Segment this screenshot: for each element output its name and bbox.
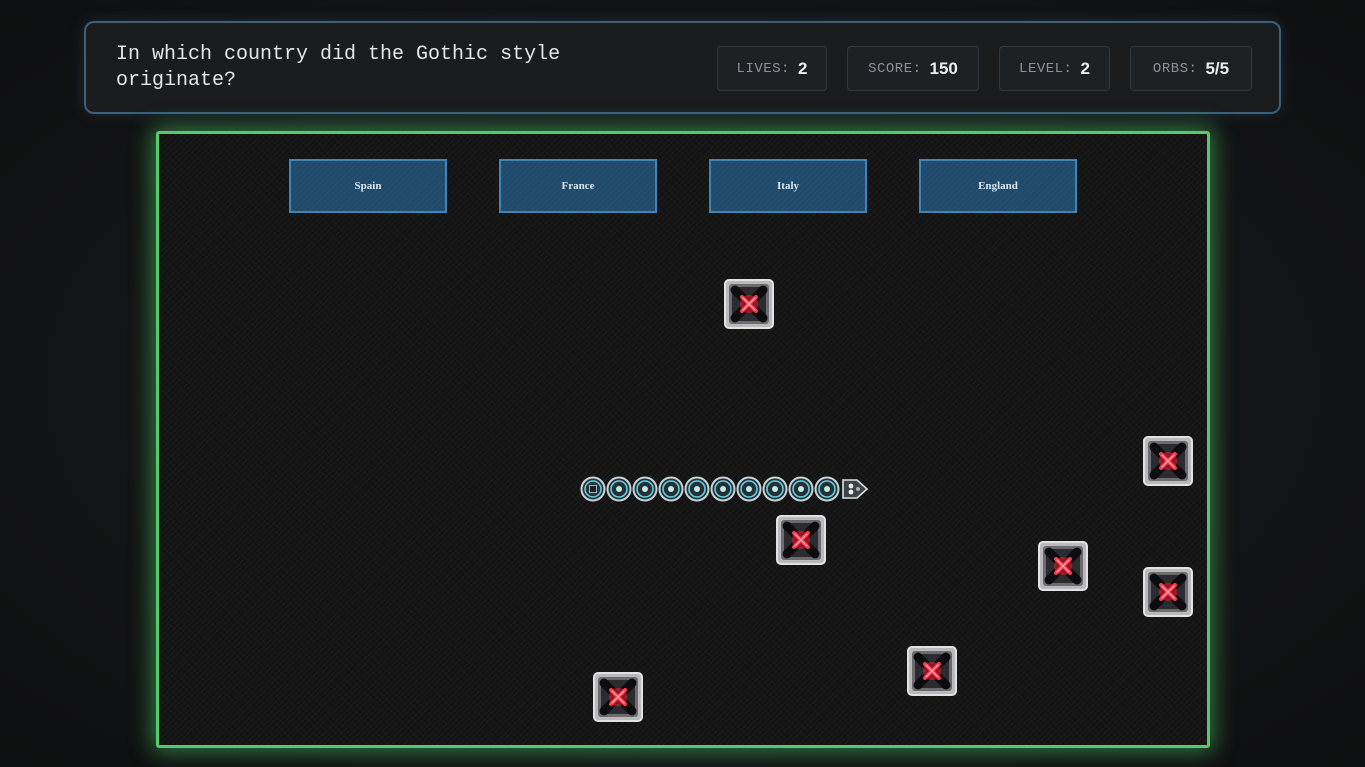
answer-box-italy[interactable]: Italy xyxy=(709,159,867,213)
score-value: 150 xyxy=(929,58,958,78)
level-label: LEVEL: xyxy=(1019,60,1073,77)
orbs-value: 5/5 xyxy=(1205,58,1230,78)
level-value: 2 xyxy=(1080,58,1090,78)
score-stat: SCORE: 150 xyxy=(847,46,979,91)
snake-tail-icon xyxy=(580,476,606,502)
mine-icon xyxy=(1142,435,1194,487)
snake xyxy=(580,476,869,502)
mine-icon xyxy=(592,671,644,723)
mine-icon xyxy=(775,514,827,566)
mine-icon xyxy=(906,645,958,697)
snake-segment-icon xyxy=(762,476,788,502)
snake-segment-icon xyxy=(632,476,658,502)
orbs-label: ORBS: xyxy=(1152,60,1198,77)
snake-segment-icon xyxy=(684,476,710,502)
mine-icon xyxy=(1142,566,1194,618)
hud-panel: In which country did the Gothic style or… xyxy=(84,21,1281,114)
lives-label: LIVES: xyxy=(736,60,790,77)
level-stat: LEVEL: 2 xyxy=(999,46,1110,91)
snake-body xyxy=(580,476,869,502)
snake-head-icon xyxy=(842,479,869,499)
snake-segment-icon xyxy=(658,476,684,502)
answer-box-france[interactable]: France xyxy=(499,159,657,213)
mine-icon xyxy=(723,278,775,330)
answer-box-spain[interactable]: Spain xyxy=(289,159,447,213)
snake-segment-icon xyxy=(710,476,736,502)
game-board[interactable]: Spain France Italy England xyxy=(156,131,1210,748)
lives-stat: LIVES: 2 xyxy=(717,46,827,91)
lives-value: 2 xyxy=(797,58,808,78)
snake-segment-icon xyxy=(814,476,840,502)
score-label: SCORE: xyxy=(868,60,922,77)
snake-segment-icon xyxy=(606,476,632,502)
mine-icon xyxy=(1037,540,1089,592)
question-text: In which country did the Gothic style or… xyxy=(116,43,561,92)
snake-segment-icon xyxy=(788,476,814,502)
orbs-stat: ORBS: 5/5 xyxy=(1130,46,1252,91)
answer-box-england[interactable]: England xyxy=(919,159,1077,213)
snake-segment-icon xyxy=(736,476,762,502)
